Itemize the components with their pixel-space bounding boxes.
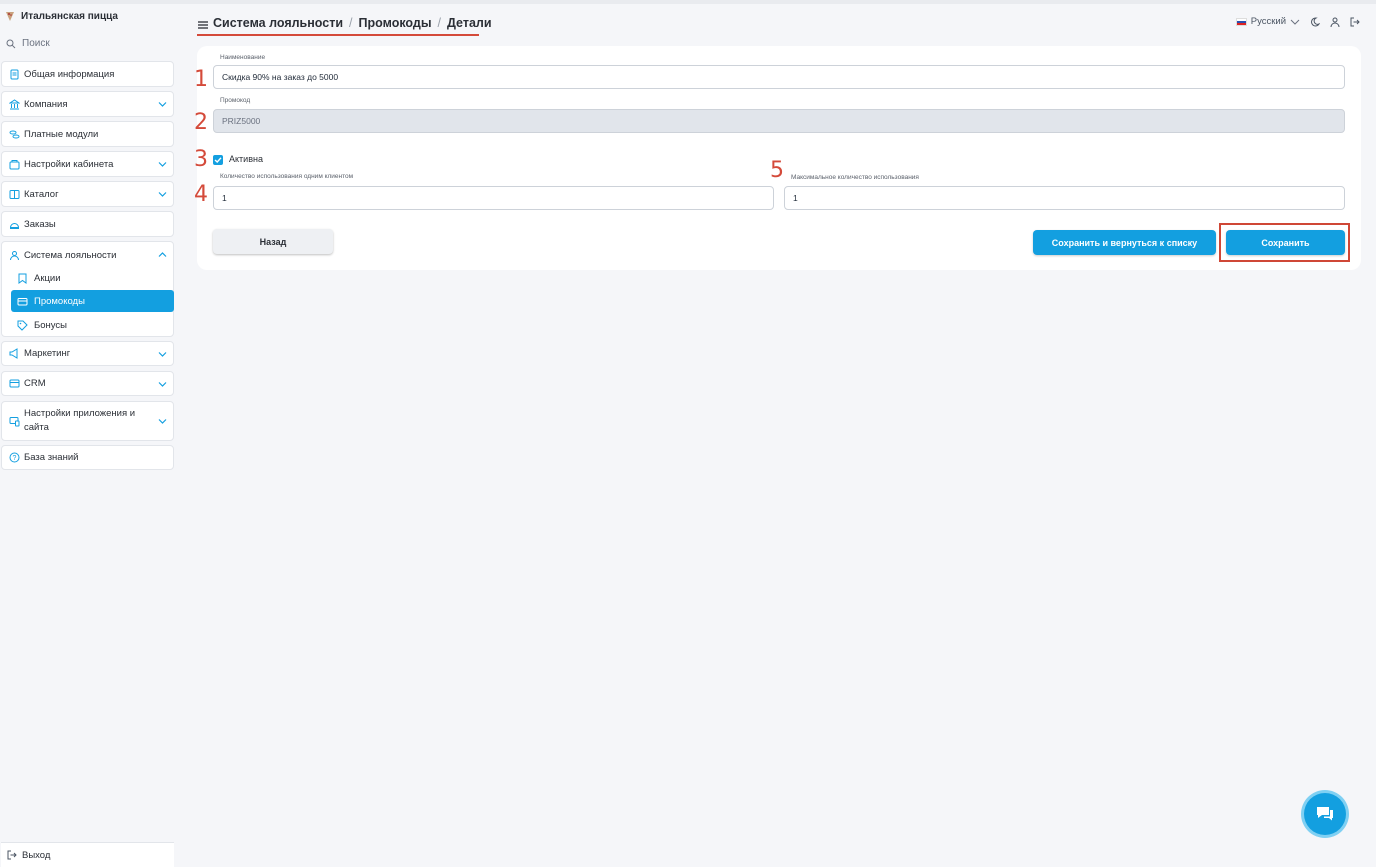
sidebar-item-label: Платные модули <box>24 128 99 140</box>
sidebar-subitem-bonuses[interactable]: Бонусы <box>11 314 174 336</box>
cabinet-icon <box>8 158 20 170</box>
sidebar-item-label: Настройки приложения и сайта <box>24 408 136 433</box>
annotation-number-2: 2 <box>194 110 208 135</box>
search-icon <box>6 39 16 48</box>
cloche-icon <box>8 218 20 230</box>
per-client-label: Количество использования одним клиентом <box>220 173 354 180</box>
language-selector[interactable]: Русский <box>1235 16 1300 27</box>
breadcrumb-separator: / <box>349 16 353 30</box>
annotation-number-5: 5 <box>770 158 784 183</box>
annotation-number-4: 4 <box>194 182 208 207</box>
coins-icon <box>8 128 20 140</box>
bookmark-star-icon <box>16 272 28 284</box>
brand[interactable]: Итальянская пицца <box>4 10 118 22</box>
user-icon[interactable] <box>1330 17 1340 27</box>
sidebar-item-label: CRM <box>24 378 46 389</box>
logout-icon <box>7 850 17 860</box>
sidebar-item-general[interactable]: Общая информация <box>1 61 174 87</box>
tag-icon <box>16 319 28 331</box>
moon-icon[interactable] <box>1310 16 1320 27</box>
sidebar-item-label: Общая информация <box>24 68 115 80</box>
chevron-down-icon <box>1290 19 1300 25</box>
hamburger-menu-icon[interactable] <box>198 20 208 30</box>
sidebar: Итальянская пицца Поиск Общая информация… <box>0 4 178 867</box>
sidebar-item-label: Заказы <box>24 218 56 230</box>
chevron-down-icon <box>158 419 167 424</box>
sidebar-item-label: База знаний <box>24 452 79 463</box>
breadcrumb: Система лояльности / Промокоды / Детали <box>213 16 492 30</box>
active-checkbox[interactable] <box>213 155 223 165</box>
max-usage-input[interactable]: 1 <box>784 186 1345 210</box>
check-icon <box>214 157 222 163</box>
per-client-input[interactable]: 1 <box>213 186 774 210</box>
chevron-down-icon <box>158 351 167 357</box>
name-label: Наименование <box>220 54 266 61</box>
name-input[interactable]: Скидка 90% на заказ до 5000 <box>213 65 1345 89</box>
active-label: Активна <box>229 154 263 164</box>
brand-name: Итальянская пицца <box>21 10 118 22</box>
sidebar-item-label: Каталог <box>24 188 59 200</box>
top-border <box>0 0 1376 4</box>
bank-icon <box>8 98 20 110</box>
breadcrumb-details: Детали <box>446 16 492 30</box>
chevron-up-icon <box>158 252 167 257</box>
save-and-return-button[interactable]: Сохранить и вернуться к списку <box>1033 230 1216 255</box>
megaphone-icon <box>8 348 20 360</box>
book-icon <box>8 188 20 200</box>
promocode-input: PRIZ5000 <box>213 109 1345 133</box>
language-label: Русский <box>1250 16 1286 27</box>
logout-button[interactable]: Выход <box>1 842 174 867</box>
search-field[interactable]: Поиск <box>6 38 50 49</box>
sidebar-subitem-label: Акции <box>34 272 61 284</box>
chevron-down-icon <box>158 381 167 387</box>
annotation-number-3: 3 <box>194 147 208 172</box>
breadcrumb-loyalty[interactable]: Система лояльности <box>213 16 343 30</box>
sidebar-item-orders[interactable]: Заказы <box>1 211 174 237</box>
search-placeholder: Поиск <box>22 38 50 49</box>
header-actions: Русский <box>1235 16 1360 27</box>
sidebar-subitem-promotions[interactable]: Акции <box>11 267 174 289</box>
sidebar-item-cabinet-settings[interactable]: Настройки кабинета <box>1 151 174 177</box>
document-icon <box>8 68 20 80</box>
chat-button[interactable] <box>1304 793 1346 835</box>
chevron-down-icon <box>158 162 167 167</box>
breadcrumb-separator: / <box>437 16 441 30</box>
sidebar-item-knowledge-base[interactable]: ? База знаний <box>1 445 174 470</box>
sidebar-item-label: Компания <box>24 98 68 110</box>
sidebar-subitem-label: Бонусы <box>34 319 67 331</box>
save-annotation-frame <box>1219 223 1350 262</box>
logout-label: Выход <box>22 849 51 861</box>
back-button[interactable]: Назад <box>213 229 333 254</box>
breadcrumb-promocodes[interactable]: Промокоды <box>359 16 432 30</box>
sidebar-item-catalog[interactable]: Каталог <box>1 181 174 207</box>
promocode-label: Промокод <box>220 97 251 104</box>
sidebar-item-crm[interactable]: CRM <box>1 371 174 396</box>
breadcrumb-annotation-underline <box>197 34 479 36</box>
sidebar-subitem-promocodes[interactable]: Промокоды <box>11 290 174 312</box>
card-icon <box>8 378 20 390</box>
sidebar-item-label: Маркетинг <box>24 348 71 359</box>
sidebar-item-loyalty-header[interactable]: Система лояльности <box>2 242 116 268</box>
pizza-logo-icon <box>6 12 14 21</box>
ticket-icon <box>16 295 28 307</box>
sidebar-item-marketing[interactable]: Маркетинг <box>1 341 174 366</box>
devices-icon <box>8 415 20 427</box>
annotation-number-1: 1 <box>194 67 208 92</box>
users-icon <box>8 249 20 261</box>
sidebar-item-app-settings[interactable]: Настройки приложения и сайта <box>1 401 174 441</box>
russia-flag-icon <box>1235 17 1247 26</box>
sidebar-subitem-label: Промокоды <box>34 295 85 307</box>
sidebar-item-paid-modules[interactable]: Платные модули <box>1 121 174 147</box>
chevron-down-icon <box>158 192 167 197</box>
max-usage-label: Максимальное количество использования <box>791 174 919 181</box>
logout-icon[interactable] <box>1350 17 1360 27</box>
sidebar-item-label: Система лояльности <box>24 249 117 261</box>
chevron-down-icon <box>158 102 167 107</box>
sidebar-item-company[interactable]: Компания <box>1 91 174 117</box>
svg-text:?: ? <box>12 455 16 462</box>
help-icon: ? <box>8 452 20 464</box>
sidebar-item-label: Настройки кабинета <box>24 158 114 170</box>
chat-icon <box>1317 807 1333 821</box>
